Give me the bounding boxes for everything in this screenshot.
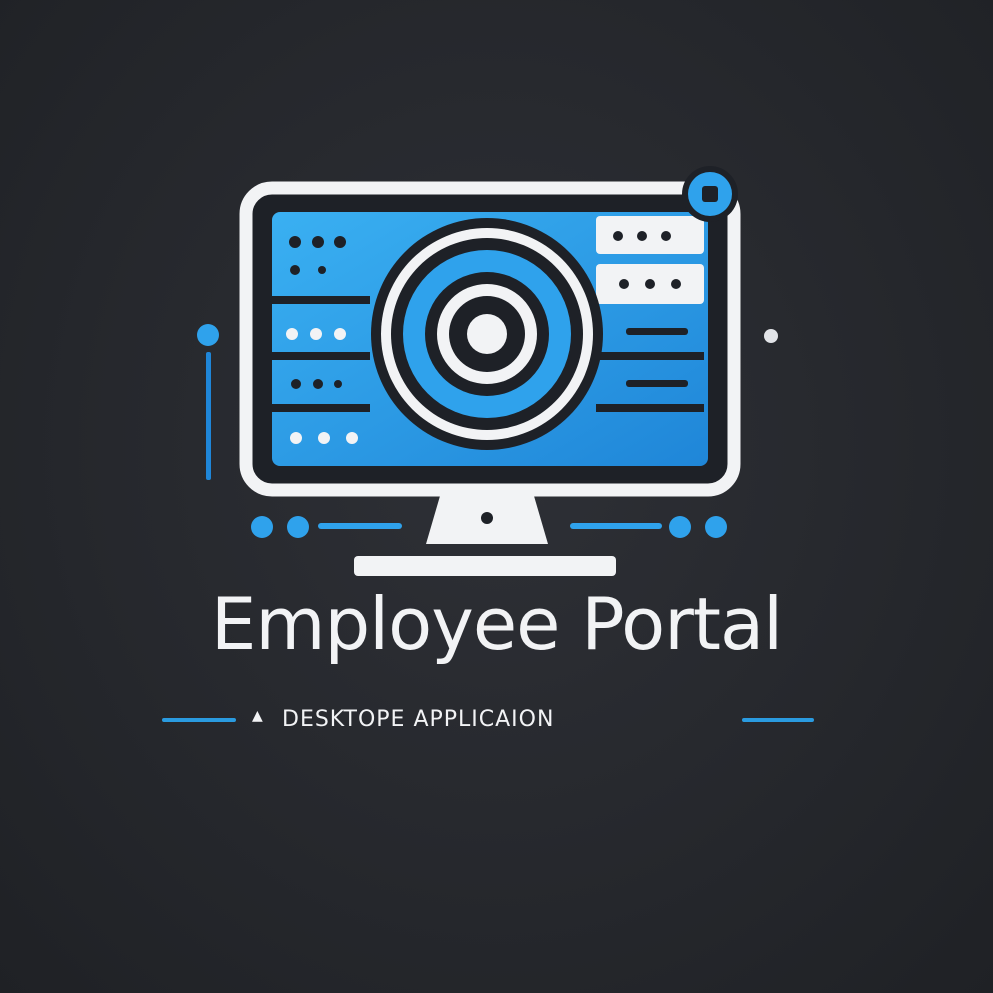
subtitle-divider-left bbox=[162, 718, 236, 722]
monitor-logo-icon bbox=[197, 166, 778, 576]
brand-title: Employee Portal bbox=[210, 582, 783, 666]
brand-subtitle: DESKTOPE APPLICAION bbox=[282, 707, 555, 732]
subtitle-row: ▲ DESKTOPE APPLICAION bbox=[0, 704, 993, 736]
subtitle-mark-icon: ▲ bbox=[252, 708, 263, 724]
subtitle-divider-right bbox=[742, 718, 814, 722]
monitor-stand bbox=[354, 496, 616, 576]
notification-badge-icon bbox=[682, 166, 738, 222]
target-icon bbox=[371, 218, 603, 450]
